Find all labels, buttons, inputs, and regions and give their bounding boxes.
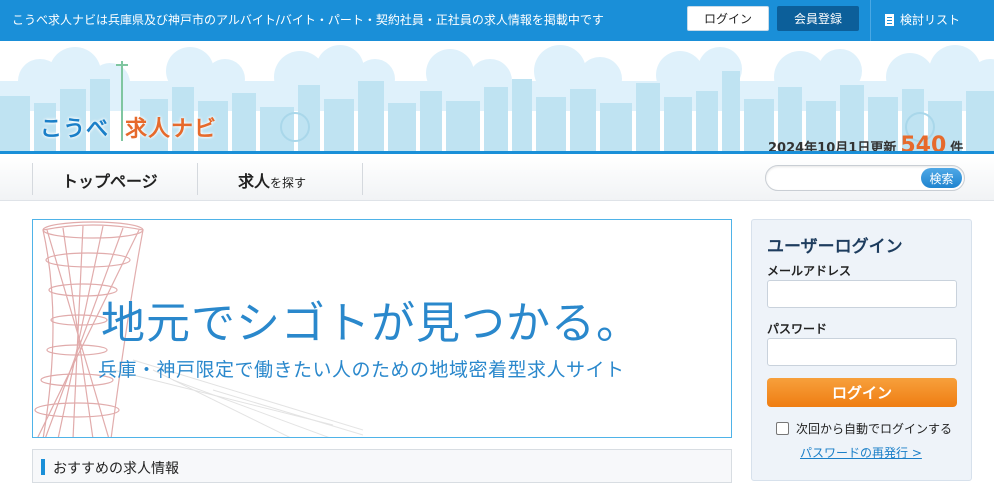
section-accent-bar	[41, 459, 45, 475]
update-info: 2024年10月1日更新 540 件	[768, 133, 964, 154]
document-icon	[885, 13, 894, 26]
job-count: 540	[900, 133, 947, 154]
search-button[interactable]: 検索	[921, 168, 962, 188]
password-reissue-link[interactable]: パスワードの再発行 >	[800, 444, 922, 461]
hero-headline: 地元でシゴトが見つかる。	[101, 298, 641, 349]
nav-item-top[interactable]: トップページ	[62, 168, 158, 192]
login-button[interactable]: ログイン	[767, 378, 957, 407]
remember-label: 次回から自動でログインする	[796, 422, 953, 436]
header-login-button[interactable]: ログイン	[687, 6, 769, 31]
checklist-label: 検討リスト	[900, 13, 961, 27]
remember-checkbox[interactable]	[776, 422, 789, 435]
nav-separator	[197, 163, 198, 195]
hero-banner: 地元でシゴトが見つかる。 兵庫・神戸限定で働きたい人のための地域密着型求人サイト	[32, 219, 732, 438]
logo-text-kobe: こうべ	[40, 117, 110, 142]
email-field[interactable]	[767, 280, 957, 308]
topbar-divider	[870, 0, 871, 41]
top-bar: こうべ求人ナビは兵庫県及び神戸市のアルバイト/バイト・パート・契約社員・正社員の…	[0, 0, 994, 41]
checklist-link[interactable]: 検討リスト	[885, 11, 960, 28]
nav-item-search-suffix: を探す	[270, 176, 307, 190]
site-logo[interactable]: こうべ 求人ナビ	[40, 103, 217, 143]
nav-item-search-label: 求人	[238, 172, 271, 191]
password-field[interactable]	[767, 338, 957, 366]
nav-separator	[32, 163, 33, 195]
header-banner: こうべ 求人ナビ 2024年10月1日更新 540 件	[0, 41, 994, 154]
recommended-title: おすすめの求人情報	[53, 461, 179, 477]
nav-item-search-jobs[interactable]: 求人を探す	[238, 168, 306, 192]
remember-me[interactable]: 次回から自動でログインする	[776, 420, 952, 437]
nav-separator	[362, 163, 363, 195]
recommended-section-header: おすすめの求人情報	[32, 449, 732, 483]
update-date: 2024年10月1日更新	[768, 141, 897, 154]
job-count-unit: 件	[950, 141, 964, 154]
user-login-panel: ユーザーログイン メールアドレス パスワード ログイン 次回から自動でログインす…	[751, 219, 972, 481]
email-label: メールアドレス	[767, 264, 852, 278]
password-label: パスワード	[767, 322, 828, 336]
hero-subline: 兵庫・神戸限定で働きたい人のための地域密着型求人サイト	[98, 359, 625, 381]
site-tagline: こうべ求人ナビは兵庫県及び神戸市のアルバイト/バイト・パート・契約社員・正社員の…	[12, 13, 604, 27]
login-title: ユーザーログイン	[767, 237, 903, 257]
register-button[interactable]: 会員登録	[777, 6, 859, 31]
logo-text-kyujin: 求人ナビ	[125, 117, 218, 142]
search-input[interactable]	[776, 170, 916, 188]
